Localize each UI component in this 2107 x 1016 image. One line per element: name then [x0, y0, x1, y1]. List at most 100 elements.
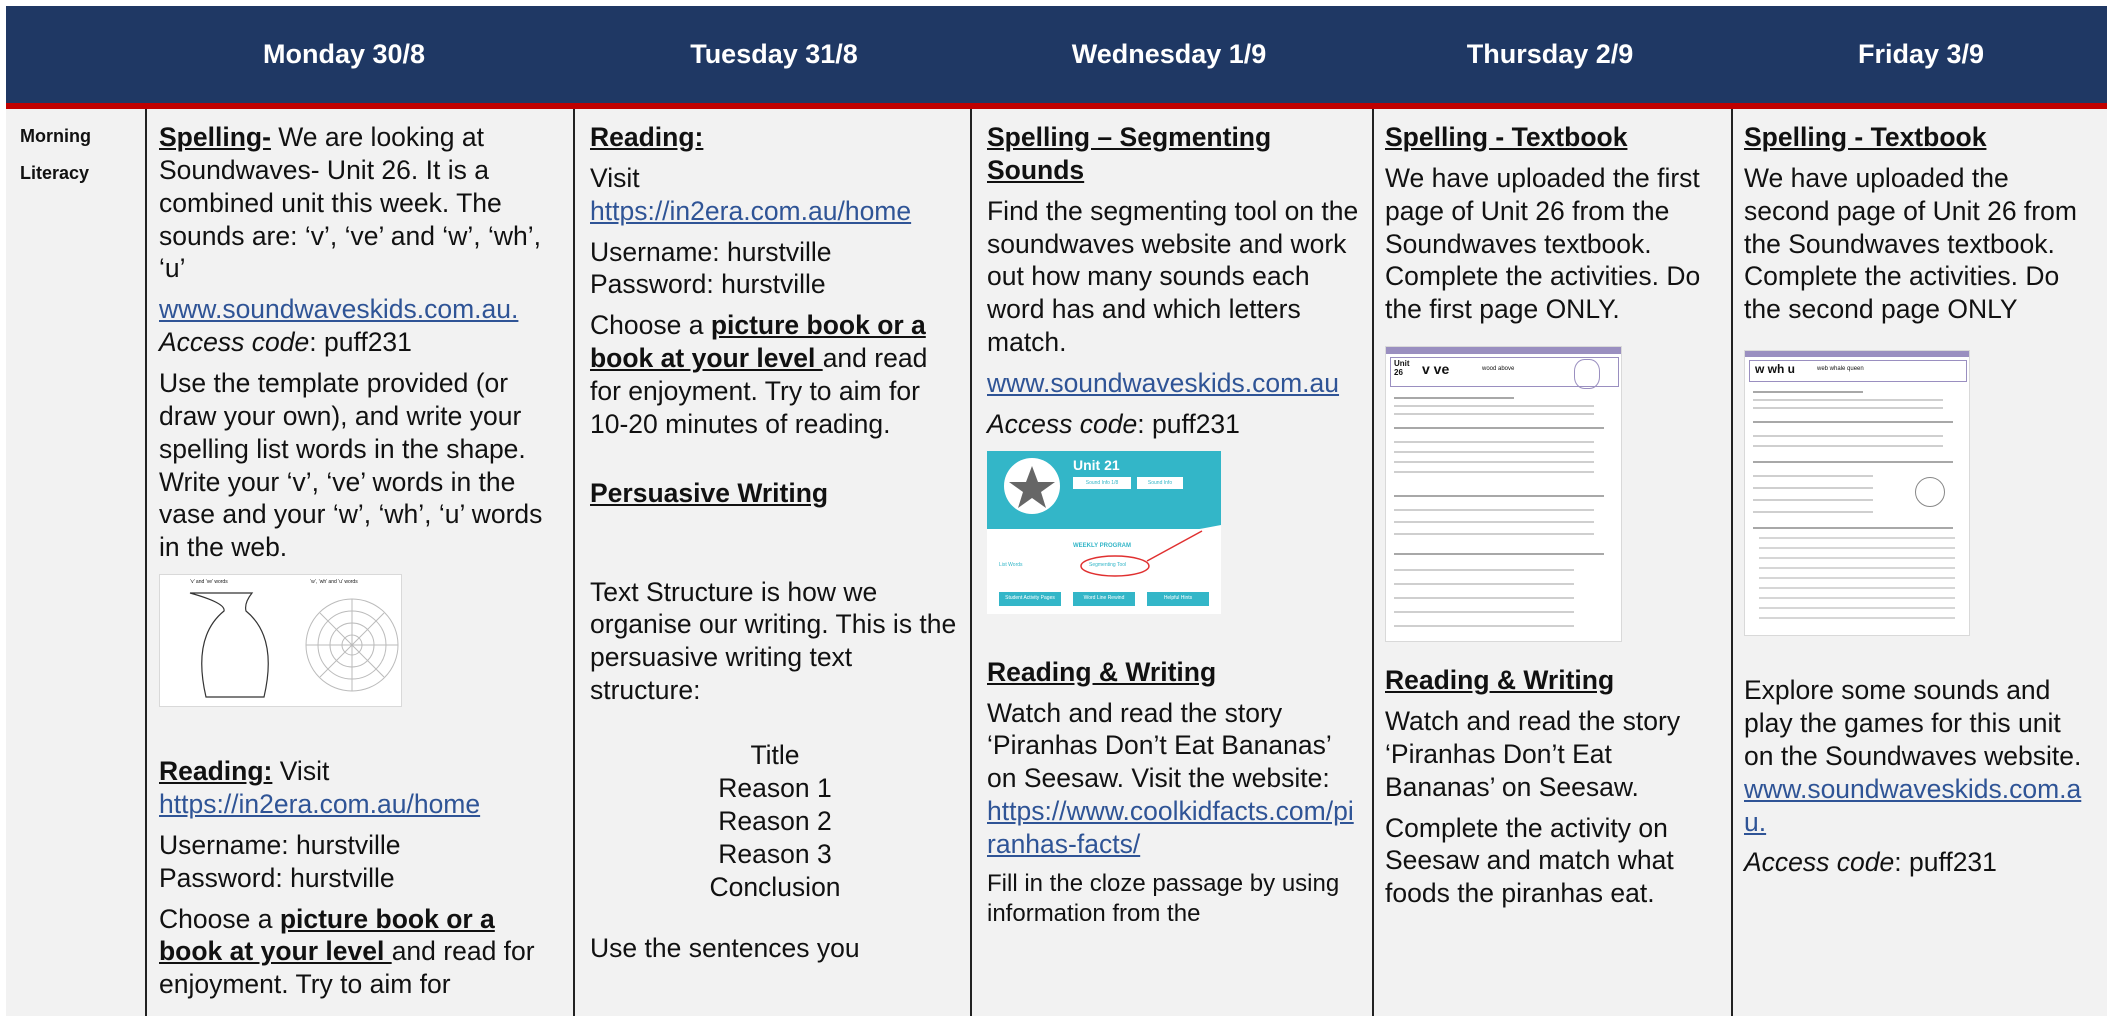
monday-access-value: : puff231	[309, 327, 412, 358]
monday-cell: Spelling- We are looking at Soundwaves- …	[151, 109, 571, 1016]
screenshot-item: List Words	[999, 561, 1023, 568]
day-header-tuesday: Tuesday 31/8	[690, 39, 858, 69]
screenshot-program-label: WEEKLY PROGRAM	[1073, 542, 1132, 549]
monday-spelling: Spelling- We are looking at Soundwaves- …	[159, 121, 561, 285]
wednesday-access: Access code: puff231	[987, 408, 1361, 441]
wednesday-access-value: : puff231	[1137, 408, 1240, 439]
structure-item: Conclusion	[709, 872, 841, 903]
friday-spelling-heading-text: Spelling - Textbook	[1744, 122, 1987, 152]
segmenting-screenshot-bg	[987, 450, 1221, 614]
worksheet-words: wood above	[1482, 366, 1515, 373]
tuesday-structure-text: Text Structure is how we organise our wr…	[590, 576, 957, 706]
segmenting-tool-screenshot: Unit 21 Sound Info 1/8 Sound Info WEEKLY…	[987, 450, 1221, 614]
day-header-friday: Friday 3/9	[1857, 39, 1985, 69]
monday-choose-pre: Choose a	[159, 903, 280, 934]
day-header-wednesday: Wednesday 1/9	[1071, 39, 1267, 69]
wednesday-spelling-text: Find the segmenting tool on the soundwav…	[987, 195, 1359, 358]
thursday-spelling-heading: Spelling - Textbook	[1385, 121, 1719, 154]
wednesday-spelling-heading-text: Spelling – Segmenting Sounds	[987, 122, 1272, 185]
monday-password: Password: hurstville	[159, 862, 395, 893]
vase-web-template-image: ‘v’ and ‘ve’ words ‘w’, ‘wh’ and ‘u’ wor…	[159, 574, 402, 708]
tuesday-reading-heading: Reading:	[590, 121, 960, 154]
worksheet-vase-icon	[1574, 359, 1600, 390]
row-label-line1: Morning	[20, 126, 91, 146]
tuesday-in2era-link[interactable]: https://in2era.com.au/home	[590, 196, 911, 226]
monday-template-text: Use the template provided (or draw your …	[159, 368, 543, 563]
monday-username: Username: hurstville	[159, 829, 401, 860]
friday-access-label: Access code	[1744, 847, 1895, 878]
worksheet-title: w wh u	[1755, 362, 1795, 377]
thursday-spelling-heading-text: Spelling - Textbook	[1385, 122, 1628, 152]
vase-web-drawing	[189, 592, 399, 698]
structure-item: Reason 2	[718, 806, 832, 837]
friday-access-value: : puff231	[1894, 847, 1997, 878]
tuesday-sentences-text: Use the sentences you	[590, 933, 860, 964]
worksheet-bee-icon	[1915, 477, 1945, 508]
column-divider	[573, 109, 575, 1016]
thursday-rw-text: Watch and read the story ‘Piranhas Don’t…	[1385, 706, 1681, 802]
day-header-monday: Monday 30/8	[262, 39, 426, 69]
monday-spelling-heading: Spelling-	[159, 122, 271, 152]
tuesday-persuasive-heading: Persuasive Writing	[590, 477, 960, 510]
thursday-cell: Spelling - Textbook We have uploaded the…	[1377, 109, 1729, 1016]
wednesday-link-para: www.soundwaveskids.com.au	[987, 367, 1361, 400]
row-label-line2: Literacy	[20, 163, 90, 183]
wednesday-rw-link-para: https://www.coolkidfacts.com/piranhas-fa…	[987, 795, 1361, 861]
column-divider	[1372, 109, 1374, 1016]
wednesday-rw-heading-text: Reading & Writing	[987, 656, 1217, 687]
friday-access: Access code: puff231	[1744, 846, 2091, 879]
thursday-activity-text: Complete the activity on Seesaw and matc…	[1385, 812, 1674, 909]
friday-explore-text: Explore some sounds and play the games f…	[1744, 675, 2082, 771]
structure-item: Reason 3	[718, 839, 832, 870]
worksheet-title: v ve	[1422, 361, 1450, 378]
friday-cell: Spelling - Textbook We have uploaded the…	[1736, 109, 2107, 1016]
day-header-thursday: Thursday 2/9	[1466, 39, 1634, 69]
worksheet-words: web whale queen	[1817, 366, 1864, 373]
coolkidfacts-link[interactable]: https://www.coolkidfacts.com/piranhas-fa…	[987, 796, 1354, 859]
worksheet-unit-label: Unit 26	[1394, 359, 1410, 378]
thursday-spelling-text: We have uploaded the first page of Unit …	[1385, 162, 1701, 325]
friday-soundwaves-link[interactable]: www.soundwaveskids.com.au.	[1744, 774, 2081, 837]
column-divider	[145, 109, 147, 1016]
column-divider	[1731, 109, 1733, 1016]
monday-access-label: Access code	[159, 327, 310, 358]
screenshot-unit-label: Unit 21	[1073, 456, 1120, 473]
tuesday-cell: Reading: Visit https://in2era.com.au/hom…	[582, 109, 970, 1016]
tuesday-password: Password: hurstville	[590, 269, 826, 300]
monday-soundwaves-link[interactable]: www.soundwaveskids.com.au.	[159, 294, 518, 324]
monday-link-para: www.soundwaveskids.com.au.	[159, 293, 561, 326]
monday-reading-visit: Visit	[272, 756, 330, 787]
unit26-page1-worksheet: Unit 26 v ve wood above	[1385, 346, 1622, 643]
wednesday-rw-text: Watch and read the story ‘Piranhas Don’t…	[987, 697, 1331, 794]
monday-reading-link-para: https://in2era.com.au/home	[159, 788, 561, 821]
screenshot-button: Sound Info	[1137, 476, 1183, 489]
wednesday-soundwaves-link[interactable]: www.soundwaveskids.com.au	[987, 368, 1339, 398]
thursday-rw-heading: Reading & Writing	[1385, 664, 1719, 697]
monday-reading-heading: Reading:	[159, 756, 273, 787]
structure-list: Title Reason 1 Reason 2 Reason 3 Conclus…	[590, 739, 960, 904]
screenshot-item: Segmenting Tool	[1089, 561, 1127, 568]
wednesday-cell: Spelling – Segmenting Sounds Find the se…	[979, 109, 1371, 1016]
screenshot-footer-button: Word Line Rewind	[1083, 594, 1125, 601]
worksheet-top-band	[1386, 347, 1621, 355]
worksheet-top-band	[1745, 351, 1969, 358]
worksheet-word-search	[1759, 537, 1955, 628]
friday-spelling-heading: Spelling - Textbook	[1744, 121, 2091, 154]
tuesday-choose: Choose a picture book or a book at your …	[590, 309, 960, 440]
monday-choose: Choose a picture book or a book at your …	[159, 903, 561, 1002]
structure-item: Title	[750, 740, 800, 771]
tuesday-username: Username: hurstville	[590, 236, 832, 267]
tuesday-link-para: https://in2era.com.au/home	[590, 195, 960, 228]
screenshot-button: Sound Info 1/8	[1073, 476, 1131, 489]
monday-in2era-link[interactable]: https://in2era.com.au/home	[159, 789, 480, 819]
unit26-page2-worksheet: w wh u web whale queen	[1744, 350, 1970, 637]
screenshot-footer-button: Helpful Hints	[1163, 594, 1193, 601]
row-label: Morning Literacy	[20, 118, 140, 192]
wednesday-access-label: Access code	[987, 408, 1138, 439]
tuesday-reading-heading-text: Reading:	[590, 122, 704, 152]
monday-access: Access code: puff231	[159, 326, 561, 359]
structure-item: Reason 1	[718, 773, 832, 804]
column-divider	[970, 109, 972, 1016]
